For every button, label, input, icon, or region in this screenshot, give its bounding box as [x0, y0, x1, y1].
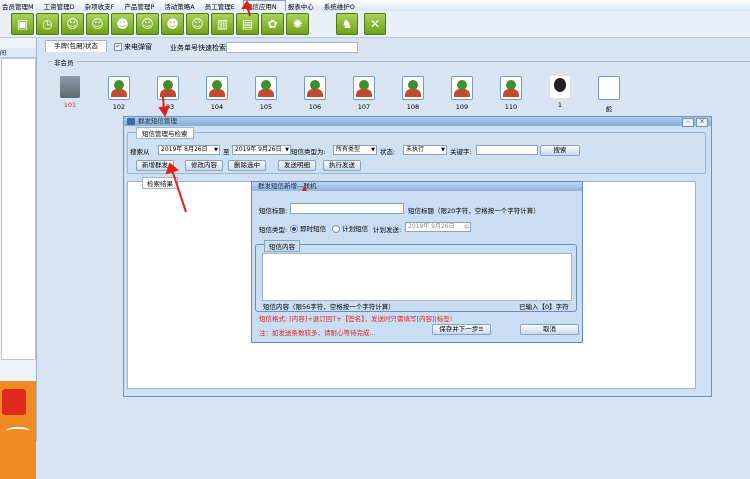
arrowhead-icon: [241, 0, 253, 9]
arrowhead-icon: [158, 105, 170, 118]
annotation-arrows: [158, 0, 307, 213]
small-arrow-icon: [302, 186, 307, 191]
arrowhead-icon: [165, 162, 180, 175]
arrow-add-button: [171, 169, 187, 213]
